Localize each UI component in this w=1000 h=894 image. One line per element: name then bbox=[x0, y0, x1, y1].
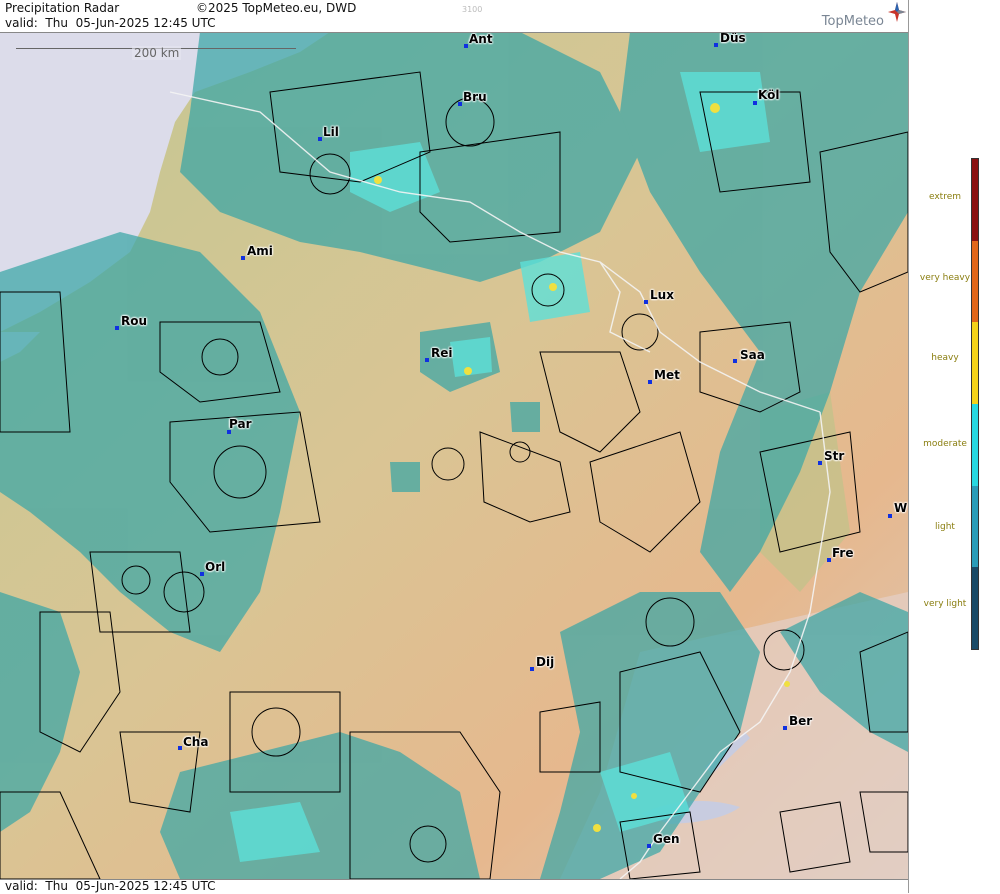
city-label-lux[interactable]: Lux bbox=[650, 288, 674, 302]
footer-valid-time: valid: Thu 05-Jun-2025 12:45 UTC bbox=[5, 879, 216, 893]
city-label-rou[interactable]: Rou bbox=[121, 314, 147, 328]
city-marker-met bbox=[648, 380, 652, 384]
city-label-ami[interactable]: Ami bbox=[247, 244, 273, 258]
city-marker-rei bbox=[425, 358, 429, 362]
city-label-saa[interactable]: Saa bbox=[740, 348, 765, 362]
city-marker-lux bbox=[644, 300, 648, 304]
city-label-ber[interactable]: Ber bbox=[789, 714, 812, 728]
city-label-dij[interactable]: Dij bbox=[536, 655, 554, 669]
city-label-w[interactable]: W bbox=[894, 501, 907, 515]
city-marker-fre bbox=[827, 558, 831, 562]
city-marker-ant bbox=[464, 44, 468, 48]
compass-star-icon bbox=[888, 2, 906, 22]
brand-logo-text: TopMeteo bbox=[821, 14, 884, 29]
city-label-dus[interactable]: Düs bbox=[720, 32, 746, 45]
city-label-bru[interactable]: Bru bbox=[463, 90, 487, 104]
city-marker-w bbox=[888, 514, 892, 518]
city-marker-ber bbox=[783, 726, 787, 730]
city-marker-kol bbox=[753, 101, 757, 105]
city-label-met[interactable]: Met bbox=[654, 368, 680, 382]
city-label-lil[interactable]: Lil bbox=[323, 125, 339, 139]
legend-segment-very-heavy bbox=[972, 240, 978, 323]
city-label-par[interactable]: Par bbox=[229, 417, 252, 431]
city-label-orl[interactable]: Orl bbox=[205, 560, 225, 574]
city-label-cha[interactable]: Cha bbox=[183, 735, 208, 749]
legend-segment-heavy bbox=[972, 322, 978, 404]
terrain-basemap bbox=[0, 32, 908, 879]
city-marker-orl bbox=[200, 572, 204, 576]
valid-time: valid: Thu 05-Jun-2025 12:45 UTC bbox=[5, 16, 216, 30]
city-label-ant[interactable]: Ant bbox=[469, 32, 493, 46]
radar-map[interactable]: 200 km Ant Düs Bru Köl Lil Ami Lux Rou R… bbox=[0, 32, 908, 879]
city-label-str[interactable]: Str bbox=[824, 449, 844, 463]
precipitation-legend: extrem very heavy heavy moderate light v… bbox=[908, 0, 1000, 893]
legend-color-bar bbox=[971, 158, 979, 650]
city-marker-str bbox=[818, 461, 822, 465]
map-header: Precipitation Radar valid: Thu 05-Jun-20… bbox=[0, 0, 908, 33]
city-label-gen[interactable]: Gen bbox=[653, 832, 680, 846]
city-marker-rou bbox=[115, 326, 119, 330]
scale-label: 200 km bbox=[132, 46, 182, 60]
city-marker-lil bbox=[318, 137, 322, 141]
map-footer: valid: Thu 05-Jun-2025 12:45 UTC bbox=[0, 879, 908, 894]
legend-segment-extrem bbox=[972, 159, 978, 241]
legend-segment-moderate bbox=[972, 404, 978, 486]
city-marker-saa bbox=[733, 359, 737, 363]
city-marker-cha bbox=[178, 746, 182, 750]
map-title: Precipitation Radar bbox=[5, 1, 120, 15]
copyright-text: ©2025 TopMeteo.eu, DWD bbox=[196, 1, 357, 15]
city-label-fre[interactable]: Fre bbox=[832, 546, 854, 560]
legend-segment-light bbox=[972, 485, 978, 568]
city-marker-gen bbox=[647, 844, 651, 848]
city-marker-bru bbox=[458, 102, 462, 106]
city-label-rei[interactable]: Rei bbox=[431, 346, 453, 360]
legend-segment-very-light bbox=[972, 567, 978, 649]
faint-code: 3100 bbox=[462, 5, 483, 14]
city-marker-dij bbox=[530, 667, 534, 671]
city-label-kol[interactable]: Köl bbox=[758, 88, 779, 102]
city-marker-ami bbox=[241, 256, 245, 260]
city-marker-dus bbox=[714, 43, 718, 47]
